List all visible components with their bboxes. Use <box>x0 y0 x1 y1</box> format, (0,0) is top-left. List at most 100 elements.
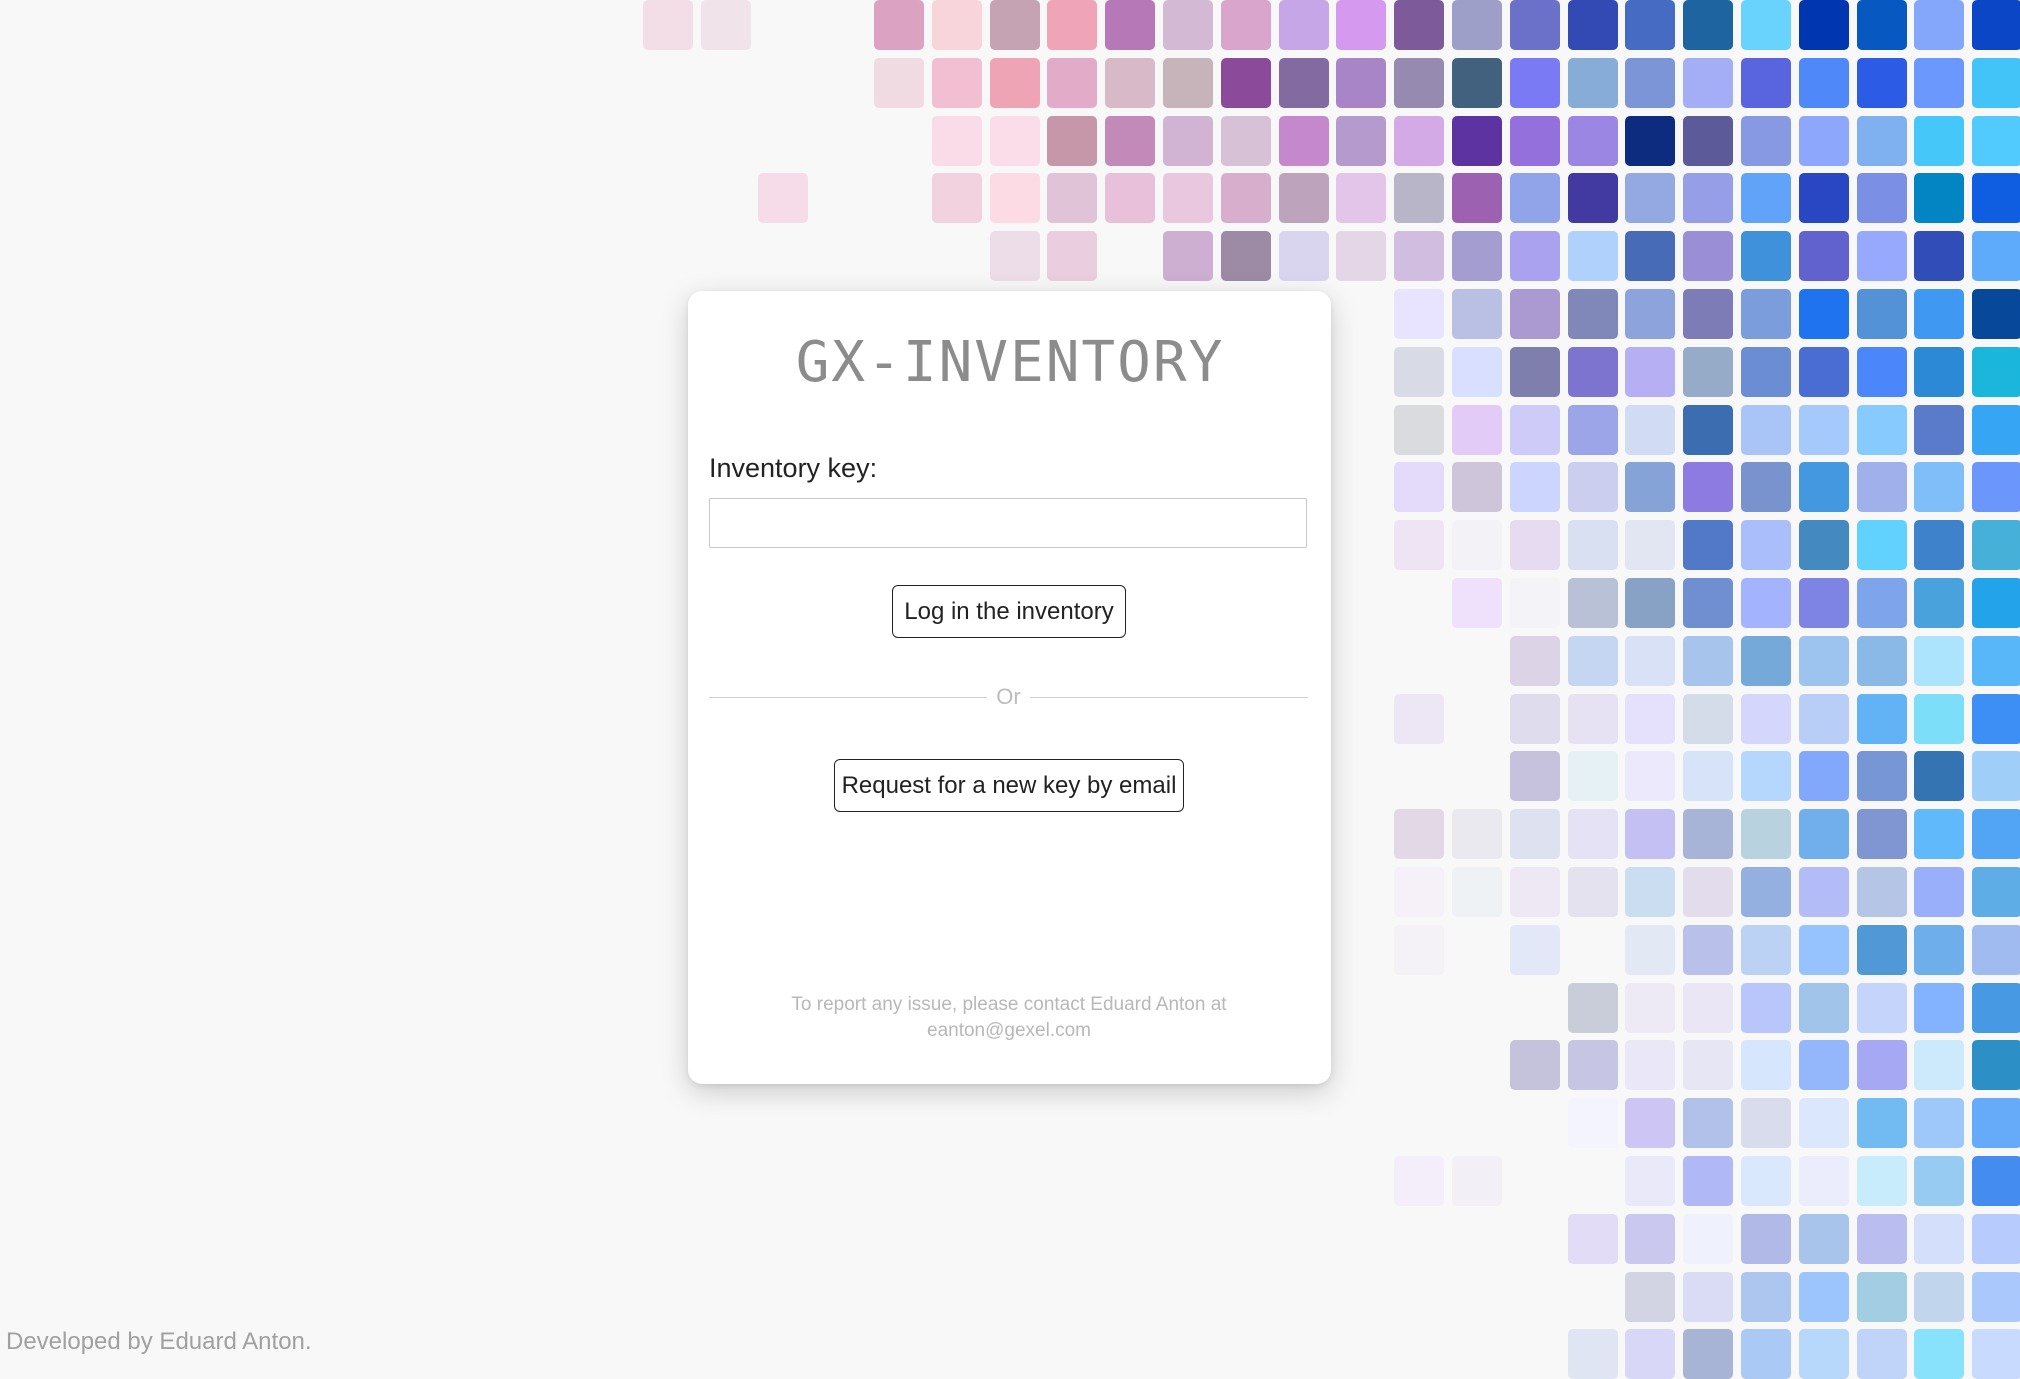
contact-info-text: To report any issue, please contact Edua… <box>791 994 1227 1041</box>
background-tile <box>1914 867 1964 917</box>
request-new-key-button[interactable]: Request for a new key by email <box>834 759 1184 812</box>
login-button[interactable]: Log in the inventory <box>892 585 1126 638</box>
background-tile <box>1741 1040 1791 1090</box>
background-tile <box>1047 116 1097 166</box>
background-tile <box>1452 520 1502 570</box>
background-tile <box>1394 173 1444 223</box>
background-tile <box>1568 116 1618 166</box>
background-tile <box>1625 116 1675 166</box>
background-tile <box>1914 694 1964 744</box>
background-tile <box>1857 809 1907 859</box>
background-tile <box>1510 867 1560 917</box>
background-tile <box>1741 462 1791 512</box>
background-tile <box>1394 58 1444 108</box>
background-tile <box>1857 173 1907 223</box>
background-tile <box>1972 1214 2020 1264</box>
background-tile <box>1568 751 1618 801</box>
background-tile <box>874 58 924 108</box>
background-tile <box>1799 867 1849 917</box>
background-tile <box>932 0 982 50</box>
background-tile <box>1799 520 1849 570</box>
background-tile <box>1972 1098 2020 1148</box>
background-tile <box>1452 173 1502 223</box>
background-tile <box>1972 58 2020 108</box>
background-tile <box>1568 983 1618 1033</box>
background-tile <box>1047 231 1097 281</box>
background-tile <box>1799 694 1849 744</box>
background-tile <box>1741 925 1791 975</box>
background-tile <box>1683 1098 1733 1148</box>
background-tile <box>1452 116 1502 166</box>
background-tile <box>1105 58 1155 108</box>
background-tile <box>1568 1040 1618 1090</box>
background-tile <box>1279 0 1329 50</box>
background-tile <box>874 0 924 50</box>
background-tile <box>1625 1329 1675 1379</box>
background-tile <box>1625 1156 1675 1206</box>
background-tile <box>1683 1272 1733 1322</box>
background-tile <box>1799 925 1849 975</box>
background-tile <box>1625 694 1675 744</box>
background-tile <box>1047 58 1097 108</box>
background-tile <box>1799 636 1849 686</box>
background-tile <box>1857 231 1907 281</box>
background-tile <box>1394 116 1444 166</box>
background-tile <box>1568 462 1618 512</box>
background-tile <box>1510 0 1560 50</box>
background-tile <box>1452 58 1502 108</box>
background-tile <box>1914 983 1964 1033</box>
background-tile <box>1683 405 1733 455</box>
background-tile <box>1972 1272 2020 1322</box>
background-tile <box>1799 1156 1849 1206</box>
background-tile <box>1394 405 1444 455</box>
background-tile <box>1972 578 2020 628</box>
background-tile <box>1741 694 1791 744</box>
background-tile <box>1221 231 1271 281</box>
background-tile <box>1510 462 1560 512</box>
background-tile <box>932 173 982 223</box>
background-tile <box>1568 405 1618 455</box>
developer-credit: Developed by Eduard Anton. <box>6 1328 312 1355</box>
app-title: GX-INVENTORY <box>795 330 1225 395</box>
background-tile <box>1972 809 2020 859</box>
background-tile <box>1799 116 1849 166</box>
background-tile <box>1510 405 1560 455</box>
background-tile <box>1221 173 1271 223</box>
background-tile <box>1914 1040 1964 1090</box>
background-tile <box>701 0 751 50</box>
background-tile <box>1914 231 1964 281</box>
background-tile <box>1163 0 1213 50</box>
background-tile <box>1625 751 1675 801</box>
background-tile <box>1683 636 1733 686</box>
background-tile <box>1105 0 1155 50</box>
background-tile <box>1972 462 2020 512</box>
background-tile <box>1625 58 1675 108</box>
background-tile <box>932 116 982 166</box>
background-tile <box>1683 809 1733 859</box>
background-tile <box>1972 1329 2020 1379</box>
inventory-key-input[interactable] <box>709 498 1307 548</box>
background-tile <box>1510 578 1560 628</box>
background-tile <box>1279 173 1329 223</box>
background-tile <box>1683 1040 1733 1090</box>
background-tile <box>1914 751 1964 801</box>
background-tile <box>1799 1098 1849 1148</box>
background-tile <box>1625 462 1675 512</box>
background-tile <box>1799 0 1849 50</box>
background-tile <box>1452 578 1502 628</box>
background-tile <box>1741 1329 1791 1379</box>
background-tile <box>1221 58 1271 108</box>
background-tile <box>1568 1329 1618 1379</box>
background-tile <box>1452 405 1502 455</box>
background-tile <box>1799 231 1849 281</box>
background-tile <box>1799 462 1849 512</box>
background-tile <box>1857 694 1907 744</box>
background-tile <box>1683 58 1733 108</box>
background-tile <box>1857 1329 1907 1379</box>
background-tile <box>1336 116 1386 166</box>
background-tile <box>1510 520 1560 570</box>
background-tile <box>1510 173 1560 223</box>
background-tile <box>1914 1156 1964 1206</box>
background-tile <box>1799 58 1849 108</box>
background-tile <box>1857 116 1907 166</box>
